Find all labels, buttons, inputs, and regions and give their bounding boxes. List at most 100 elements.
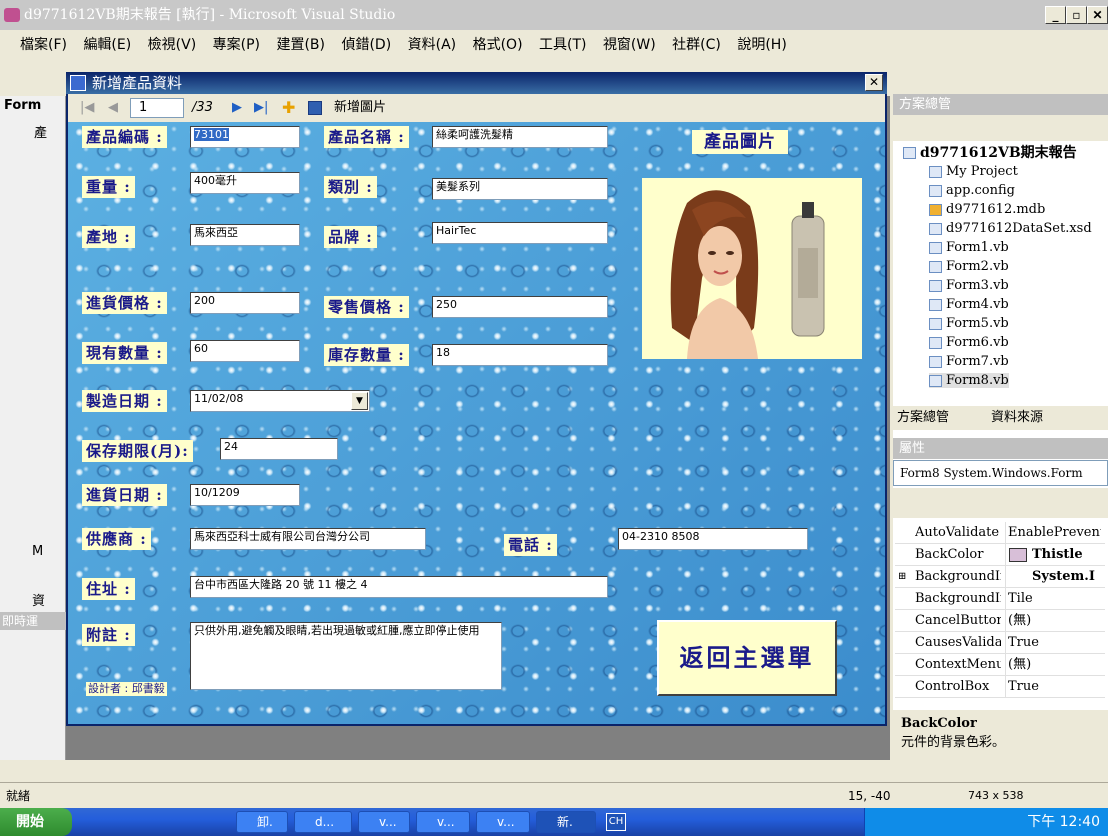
- left-item-1[interactable]: M: [32, 544, 43, 559]
- move-last-icon[interactable]: ▶|: [254, 94, 268, 122]
- tree-item[interactable]: d9771612DataSet.xsd: [929, 221, 1092, 236]
- status-bar: 就緒 15, -40 743 x 538: [0, 782, 1108, 808]
- property-row[interactable]: CausesValidat True: [895, 632, 1105, 654]
- tree-item[interactable]: Form6.vb: [929, 335, 1009, 350]
- immediate-window-tab[interactable]: 即時運: [0, 612, 66, 630]
- dataset-icon: [929, 222, 942, 235]
- phone-field[interactable]: 04-2310 8508: [618, 528, 808, 550]
- name-label: 產品名稱 :: [324, 126, 409, 148]
- menu-debug[interactable]: 偵錯(D): [335, 30, 397, 60]
- taskbar-button-active[interactable]: 新.: [536, 811, 596, 833]
- expand-icon[interactable]: ⊞: [898, 566, 906, 588]
- menu-data[interactable]: 資料(A): [402, 30, 463, 60]
- add-image-button[interactable]: 新增圖片: [334, 94, 386, 122]
- tree-item[interactable]: d9771612.mdb: [929, 202, 1045, 217]
- property-row[interactable]: ControlBox True: [895, 676, 1105, 698]
- ime-indicator[interactable]: CH: [606, 813, 626, 831]
- add-new-icon[interactable]: ✚: [282, 94, 295, 122]
- shelf-field[interactable]: 24: [220, 438, 338, 460]
- record-count: /33: [192, 100, 213, 115]
- tree-item[interactable]: Form2.vb: [929, 259, 1009, 274]
- menu-help[interactable]: 說明(H): [731, 30, 792, 60]
- tab-data-sources[interactable]: 資料來源: [991, 406, 1043, 430]
- start-button[interactable]: 開始: [0, 808, 72, 836]
- tree-item[interactable]: Form7.vb: [929, 354, 1009, 369]
- property-description: BackColor 元件的背景色彩。: [893, 710, 1108, 770]
- menu-view[interactable]: 檢視(V): [142, 30, 203, 60]
- name-field[interactable]: 絲柔呵護洗髮精: [432, 126, 608, 148]
- tree-root[interactable]: d9771612VB期末報告: [903, 142, 1077, 162]
- taskbar-button[interactable]: v...: [358, 811, 410, 833]
- tree-item[interactable]: Form4.vb: [929, 297, 1009, 312]
- move-previous-icon[interactable]: ◀: [108, 94, 118, 122]
- menu-project[interactable]: 專案(P): [207, 30, 266, 60]
- tree-item-selected[interactable]: Form8.vb: [929, 373, 1009, 388]
- category-label: 類別 :: [324, 176, 377, 198]
- property-row[interactable]: BackgroundIr Tile: [895, 588, 1105, 610]
- back-to-menu-button[interactable]: 返回主選單: [657, 620, 837, 696]
- move-first-icon[interactable]: |◀: [80, 94, 94, 122]
- code-field[interactable]: 73101: [190, 126, 300, 148]
- position-input[interactable]: 1: [130, 98, 184, 118]
- form-size: 743 x 538: [968, 789, 1024, 802]
- stock-field[interactable]: 18: [432, 344, 608, 366]
- form-file-icon: [929, 298, 942, 311]
- origin-label: 產地 :: [82, 226, 135, 248]
- property-object-selector[interactable]: Form8 System.Windows.Form: [893, 460, 1108, 486]
- supplier-field[interactable]: 馬來西亞科士威有限公司台灣分公司: [190, 528, 426, 550]
- cost-field[interactable]: 200: [190, 292, 300, 314]
- tree-item[interactable]: Form1.vb: [929, 240, 1009, 255]
- tree-item[interactable]: Form3.vb: [929, 278, 1009, 293]
- category-field[interactable]: 美髮系列: [432, 178, 608, 200]
- taskbar-button[interactable]: v...: [416, 811, 470, 833]
- tree-item[interactable]: app.config: [929, 183, 1015, 198]
- taskbar-button[interactable]: 卸.: [236, 811, 288, 833]
- close-window-button[interactable]: ✕: [1087, 6, 1108, 24]
- property-row[interactable]: ⊞ BackgroundIr System.I: [895, 566, 1105, 588]
- property-row[interactable]: AutoValidate EnablePrevent: [895, 522, 1105, 544]
- retail-field[interactable]: 250: [432, 296, 608, 318]
- save-icon[interactable]: [308, 101, 322, 115]
- origin-field[interactable]: 馬來西亞: [190, 224, 300, 246]
- form-close-button[interactable]: ✕: [865, 74, 883, 91]
- minimize-button[interactable]: _: [1045, 6, 1066, 24]
- form-title-bar: 新增產品資料 ✕: [66, 72, 887, 94]
- menu-bar: 檔案(F) 編輯(E) 檢視(V) 專案(P) 建置(B) 偵錯(D) 資料(A…: [0, 30, 1108, 60]
- form-tab-sub: 產: [34, 126, 48, 141]
- address-field[interactable]: 台中市西區大隆路 20 號 11 樓之 4: [190, 576, 608, 598]
- weight-field[interactable]: 400毫升: [190, 172, 300, 194]
- purchase-field[interactable]: 10/1209: [190, 484, 300, 506]
- property-row[interactable]: CancelButton (無): [895, 610, 1105, 632]
- tree-item[interactable]: Form5.vb: [929, 316, 1009, 331]
- solution-toolbar: [893, 115, 1108, 141]
- menu-file[interactable]: 檔案(F): [14, 30, 73, 60]
- restore-button[interactable]: ▫: [1066, 6, 1087, 24]
- property-row[interactable]: ContextMenu (無): [895, 654, 1105, 676]
- visual-studio-icon: [4, 8, 20, 22]
- solution-tabs: 方案總管 資料來源: [893, 406, 1108, 430]
- form-title: 新增產品資料: [92, 74, 183, 92]
- tab-solution-explorer[interactable]: 方案總管: [897, 406, 949, 430]
- menu-window[interactable]: 視窗(W): [597, 30, 662, 60]
- qty-field[interactable]: 60: [190, 340, 300, 362]
- window-title: d9771612VB期末報告 [執行] - Microsoft Visual S…: [24, 7, 396, 23]
- menu-tools[interactable]: 工具(T): [533, 30, 592, 60]
- left-item-2[interactable]: 資: [32, 590, 45, 609]
- taskbar-button[interactable]: d...: [294, 811, 352, 833]
- taskbar-button[interactable]: v...: [476, 811, 530, 833]
- mfg-date-picker[interactable]: 11/02/08 ▼: [190, 390, 370, 412]
- property-row[interactable]: BackColor Thistle: [895, 544, 1105, 566]
- menu-community[interactable]: 社群(C): [666, 30, 727, 60]
- brand-field[interactable]: HairTec: [432, 222, 608, 244]
- move-next-icon[interactable]: ▶: [232, 94, 242, 122]
- form-tab[interactable]: Form: [4, 98, 41, 113]
- menu-format[interactable]: 格式(O): [467, 30, 529, 60]
- tree-item[interactable]: My Project: [929, 164, 1018, 179]
- menu-edit[interactable]: 編輯(E): [77, 30, 137, 60]
- dropdown-arrow-icon[interactable]: ▼: [351, 392, 368, 410]
- menu-build[interactable]: 建置(B): [270, 30, 331, 60]
- weight-label: 重量 :: [82, 176, 135, 198]
- right-toolbar: [893, 60, 1108, 94]
- config-file-icon: [929, 184, 942, 197]
- note-field[interactable]: 只供外用,避免觸及眼睛,若出現過敏或紅腫,應立即停止使用: [190, 622, 502, 690]
